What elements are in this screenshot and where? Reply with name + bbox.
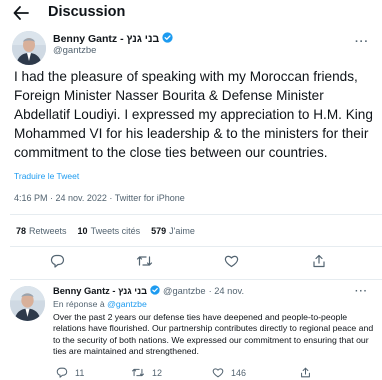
verified-badge-icon: [150, 285, 160, 297]
retweet-icon: [131, 367, 145, 378]
avatar[interactable]: [12, 31, 46, 65]
like-count: 146: [231, 367, 247, 378]
reply-count: 11: [75, 367, 85, 378]
more-options-icon[interactable]: ···: [355, 36, 369, 48]
tweet-actions: [0, 254, 382, 274]
heart-icon: [224, 254, 239, 268]
reply-avatar[interactable]: [10, 286, 45, 321]
author-name-row: Benny Gantz - בני גנץ: [53, 32, 173, 46]
likes-stat[interactable]: 579 J'aime: [151, 226, 195, 236]
author-handle-row: @gantzbe: [53, 45, 96, 56]
tweet-timestamp[interactable]: 4:16 PM · 24 nov. 2022 · Twitter for iPh…: [14, 193, 185, 203]
tweet-stats: 78 Retweets 10 Tweets cités 579 J'aime: [16, 226, 206, 236]
tweet-text: I had the pleasure of speaking with my M…: [14, 69, 373, 160]
reply-icon: [56, 367, 68, 378]
quotes-label: Tweets cités: [90, 226, 141, 236]
reply-text: Over the past 2 years our defense ties h…: [53, 312, 374, 356]
reply-retweet-button[interactable]: 12: [131, 367, 162, 378]
divider: [10, 279, 382, 280]
replying-to: En réponse à @gantzbe: [53, 299, 147, 309]
like-button[interactable]: [224, 254, 239, 268]
likes-count: 579: [151, 226, 167, 236]
divider: [10, 246, 382, 247]
retweets-count: 78: [16, 226, 27, 236]
heart-icon: [212, 367, 224, 378]
retweet-button[interactable]: [136, 254, 153, 268]
verified-badge-icon: [162, 32, 173, 46]
replying-mention[interactable]: @gantzbe: [107, 299, 147, 309]
reply-like-button[interactable]: 146: [212, 367, 246, 378]
share-icon: [300, 367, 311, 378]
reply-share-button[interactable]: [300, 367, 311, 378]
reply-date[interactable]: · 24 nov.: [209, 286, 245, 296]
share-button[interactable]: [312, 254, 326, 268]
quotes-count: 10: [77, 226, 88, 236]
retweet-count: 12: [152, 367, 163, 378]
retweets-label: Retweets: [29, 226, 67, 236]
author-handle[interactable]: @gantzbe: [53, 45, 96, 56]
translate-link[interactable]: Traduire le Tweet: [14, 171, 79, 181]
top-bar: Discussion: [0, 0, 382, 26]
author-name[interactable]: Benny Gantz - בני גנץ: [53, 33, 159, 45]
tweet-thread-page: Discussion Benny Gantz - בני גנץ @gantzb…: [0, 0, 382, 380]
share-icon: [312, 254, 326, 268]
reply-button[interactable]: [50, 254, 65, 268]
likes-label: J'aime: [169, 226, 195, 236]
replying-prefix: En réponse à: [53, 299, 105, 309]
back-arrow-icon[interactable]: [13, 6, 29, 20]
retweets-stat[interactable]: 78 Retweets: [16, 226, 67, 236]
page-title: Discussion: [48, 4, 126, 20]
reply-handle[interactable]: @gantzbe: [163, 286, 206, 296]
more-options-icon[interactable]: ···: [355, 286, 368, 297]
quotes-stat[interactable]: 10 Tweets cités: [78, 226, 141, 236]
divider: [10, 214, 382, 215]
reply-icon: [50, 254, 65, 268]
retweet-icon: [136, 254, 153, 268]
reply-author-name[interactable]: Benny Gantz - בני גנץ: [53, 286, 147, 296]
reply-actions: 11 12 146: [0, 367, 382, 380]
reply-reply-button[interactable]: 11: [56, 367, 84, 378]
reply-author-row: Benny Gantz - בני גנץ @gantzbe · 24 nov.: [53, 285, 244, 297]
